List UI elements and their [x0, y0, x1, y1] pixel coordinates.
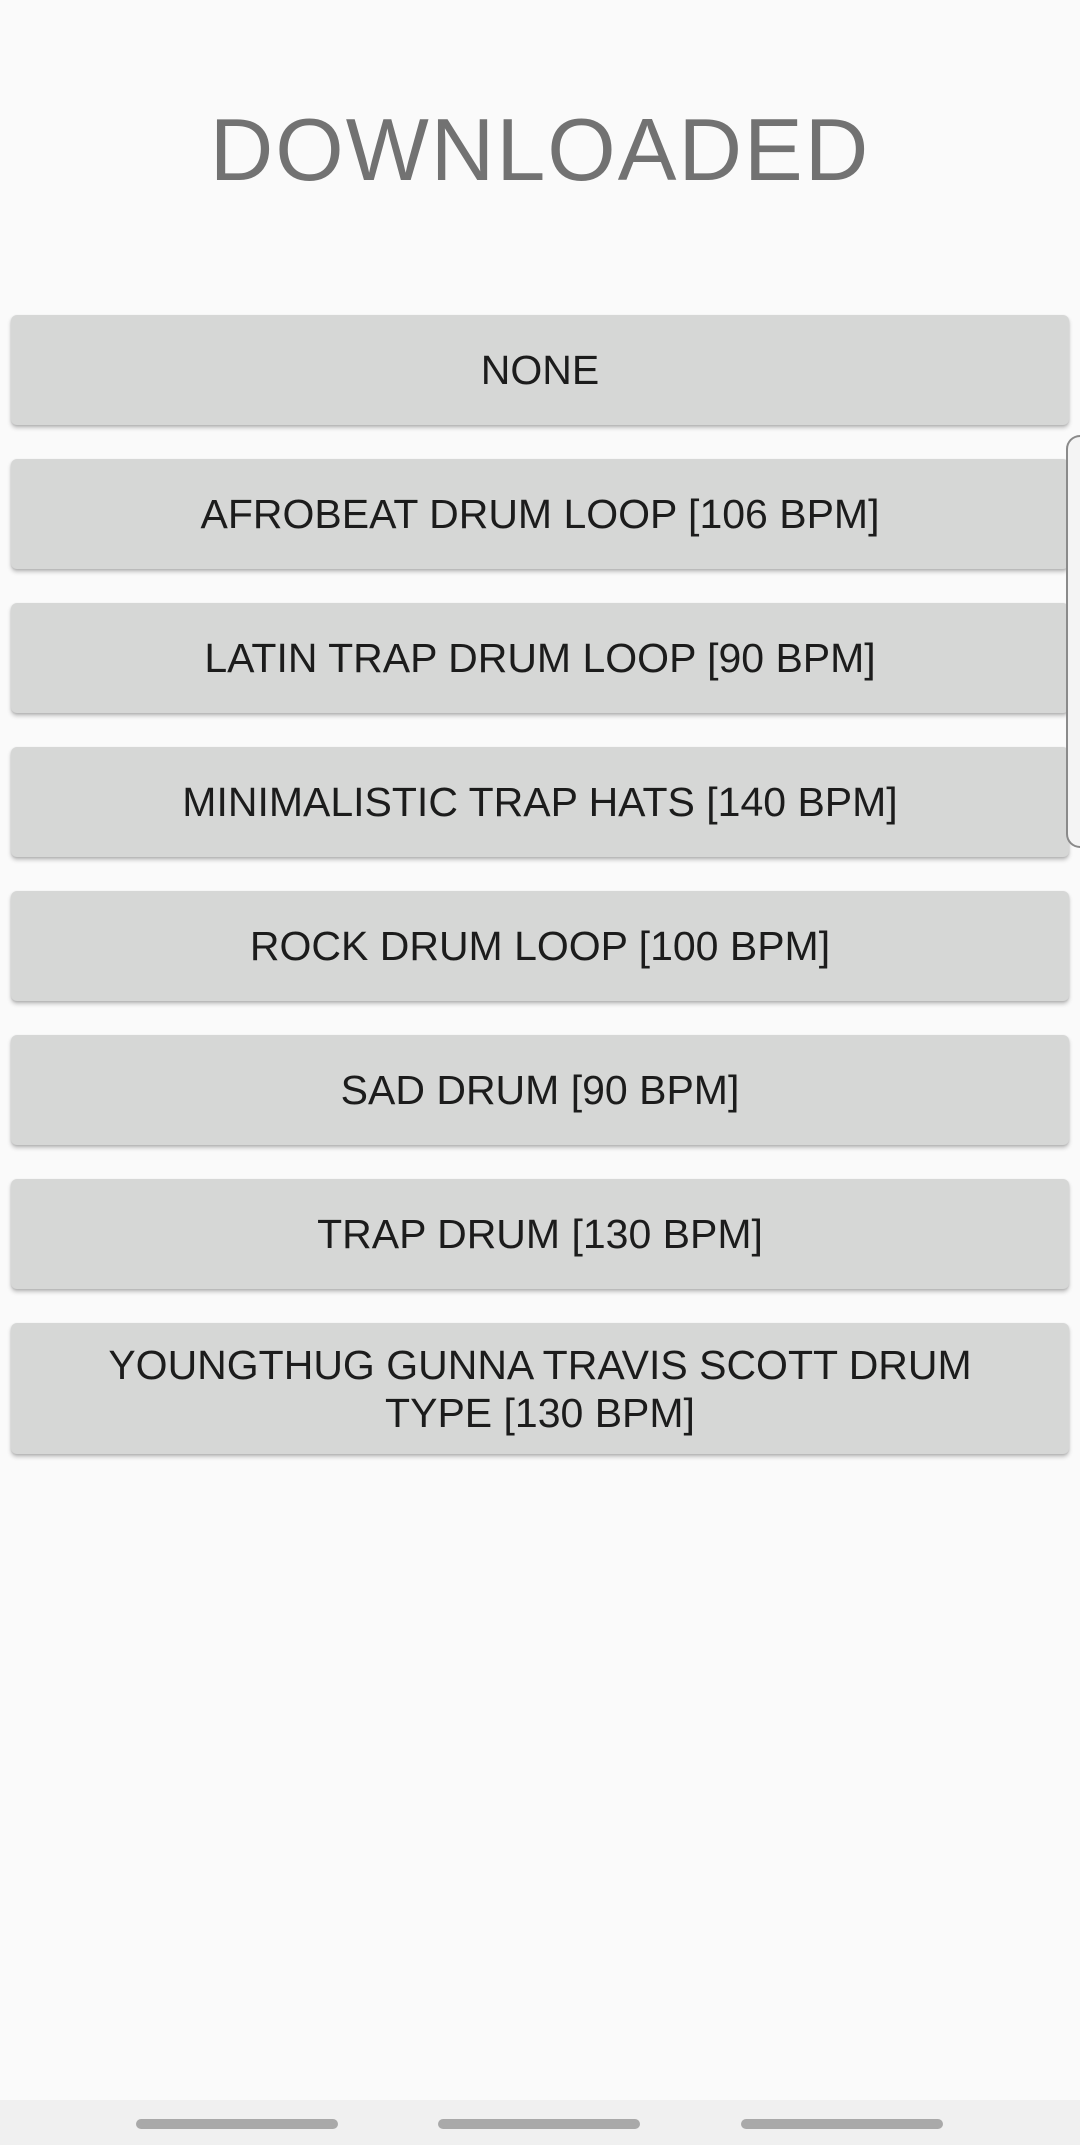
- loop-button-latin-trap[interactable]: LATIN TRAP DRUM LOOP [90 BPM]: [11, 603, 1069, 713]
- loop-button-trap-drum[interactable]: TRAP DRUM [130 BPM]: [11, 1179, 1069, 1289]
- loop-button-youngthug-gunna-travis-scott[interactable]: YOUNGTHUG GUNNA TRAVIS SCOTT DRUM TYPE […: [11, 1323, 1069, 1454]
- recent-apps-gesture-bar[interactable]: [136, 2119, 338, 2129]
- downloaded-loops-list: NONE AFROBEAT DRUM LOOP [106 BPM] LATIN …: [11, 315, 1069, 1488]
- loop-button-afrobeat[interactable]: AFROBEAT DRUM LOOP [106 BPM]: [11, 459, 1069, 569]
- loop-button-sad-drum[interactable]: SAD DRUM [90 BPM]: [11, 1035, 1069, 1145]
- home-gesture-bar[interactable]: [438, 2119, 640, 2129]
- page-title: DOWNLOADED: [209, 100, 871, 199]
- back-gesture-bar[interactable]: [741, 2119, 943, 2129]
- navigation-bar: [0, 2100, 1080, 2145]
- loop-button-rock[interactable]: ROCK DRUM LOOP [100 BPM]: [11, 891, 1069, 1001]
- loop-button-minimalistic-trap-hats[interactable]: MINIMALISTIC TRAP HATS [140 BPM]: [11, 747, 1069, 857]
- edge-panel-handle[interactable]: [1066, 435, 1080, 848]
- loop-button-none[interactable]: NONE: [11, 315, 1069, 425]
